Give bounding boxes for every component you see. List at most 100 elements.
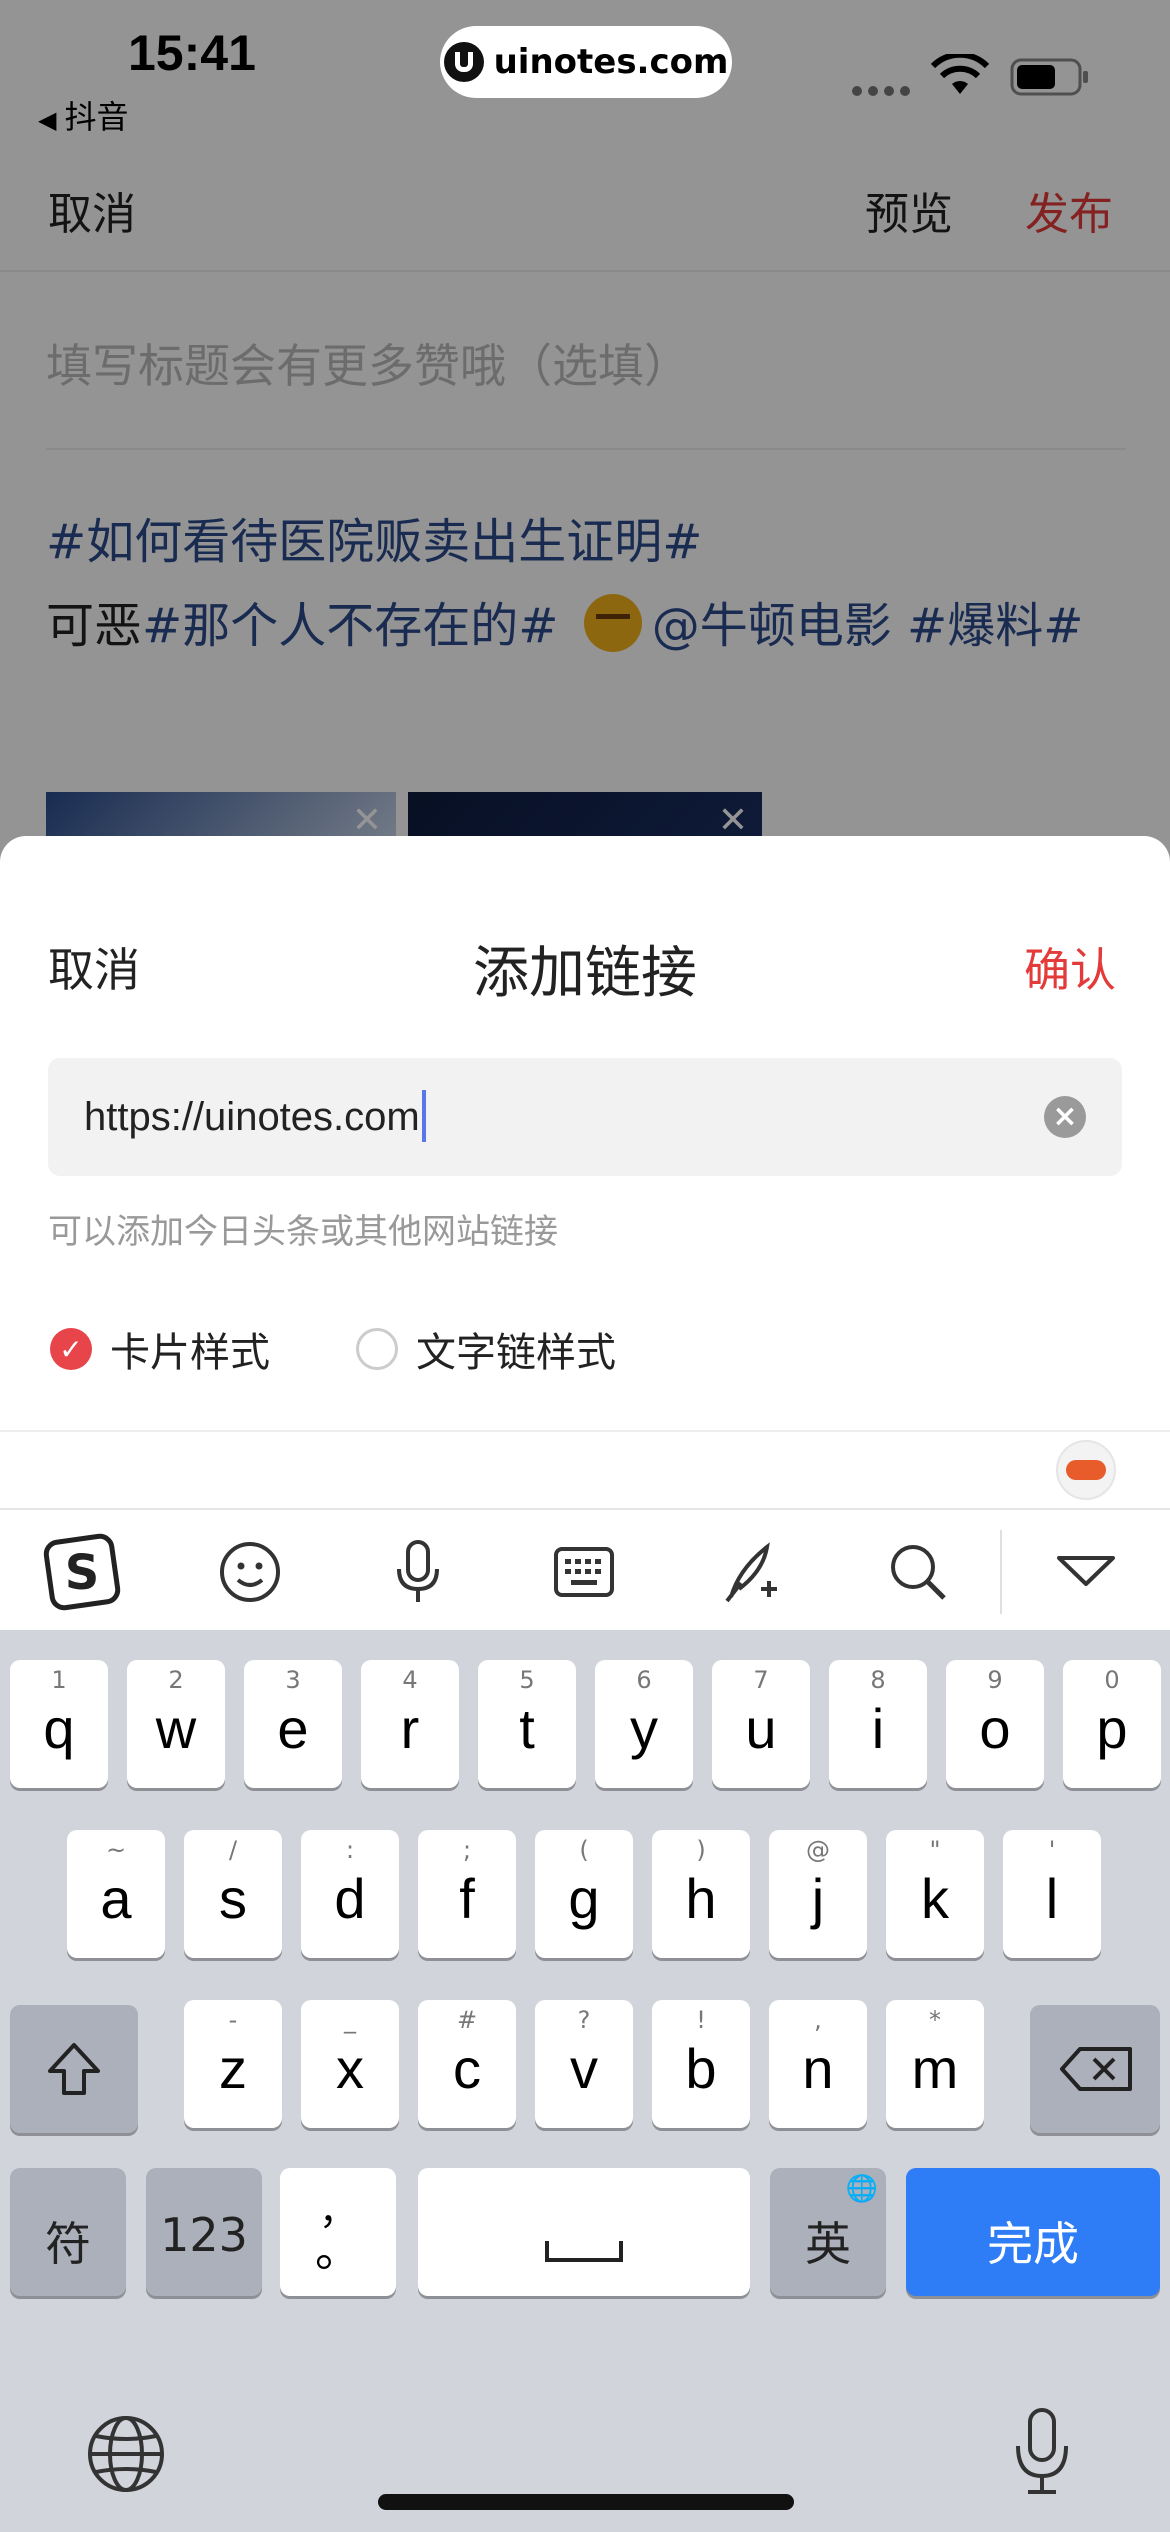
key-hint-label: ~ <box>105 1836 127 1864</box>
key-label: g <box>568 1867 600 1930</box>
key-label: j <box>811 1867 825 1930</box>
key-label: i <box>871 1697 885 1760</box>
key-h[interactable]: ) h <box>652 1830 750 1958</box>
card-style-label: 卡片样式 <box>110 1330 270 1376</box>
card-style-option[interactable]: ✓ 卡片样式 <box>50 1320 270 1378</box>
key-hint-label: : <box>345 1836 355 1864</box>
backspace-key[interactable] <box>1030 2005 1160 2133</box>
key-hint-label: _ <box>344 2006 356 2034</box>
key-label: n <box>802 2037 834 2100</box>
punctuation-key[interactable]: ， 。 <box>280 2168 396 2296</box>
key-label: b <box>685 2037 717 2100</box>
numbers-key[interactable]: 123 <box>146 2168 262 2296</box>
search-icon[interactable] <box>878 1532 958 1612</box>
key-hint-label: 4 <box>402 1666 418 1694</box>
keyboard-toolbar: S <box>0 1508 1170 1632</box>
radio-unchecked-icon <box>356 1328 398 1370</box>
key-hint-label: ; <box>462 1836 472 1864</box>
key-label: a <box>100 1867 132 1930</box>
key-v[interactable]: ? v <box>535 2000 633 2128</box>
mascot-icon[interactable] <box>1056 1440 1116 1500</box>
key-label: e <box>277 1697 309 1760</box>
link-url-input[interactable]: https://uinotes.com × <box>48 1058 1122 1176</box>
sheet-confirm-button[interactable]: 确认 <box>1024 934 1116 1000</box>
key-hint-label: ! <box>696 2006 706 2034</box>
key-hint-label: ? <box>577 2006 591 2034</box>
radio-checked-icon: ✓ <box>50 1328 92 1370</box>
key-c[interactable]: # c <box>418 2000 516 2128</box>
space-key[interactable] <box>418 2168 750 2296</box>
uinotes-logo-icon <box>443 42 484 82</box>
key-label: l <box>1045 1867 1059 1930</box>
key-label: x <box>336 2037 364 2100</box>
handwriting-icon[interactable] <box>712 1532 792 1612</box>
key-label: y <box>630 1697 658 1760</box>
key-label: c <box>453 2037 481 2100</box>
done-key[interactable]: 完成 <box>906 2168 1160 2296</box>
emoji-icon[interactable] <box>210 1532 290 1612</box>
link-hint-text: 可以添加今日头条或其他网站链接 <box>48 1212 558 1252</box>
key-p[interactable]: 0p <box>1063 1660 1161 1788</box>
key-u[interactable]: 7u <box>712 1660 810 1788</box>
url-badge: uinotes.com <box>440 26 732 98</box>
done-key-label: 完成 <box>987 2217 1079 2271</box>
key-n[interactable]: ,n <box>769 2000 867 2128</box>
key-q[interactable]: 1q <box>10 1660 108 1788</box>
sheet-title: 添加链接 <box>473 941 697 1006</box>
key-label: m <box>911 2037 959 2100</box>
key-e[interactable]: 3e <box>244 1660 342 1788</box>
key-hint-label: 8 <box>870 1666 886 1694</box>
key-j[interactable]: @ j <box>769 1830 867 1958</box>
key-r[interactable]: 4r <box>361 1660 459 1788</box>
key-hint-label: ) <box>696 1836 706 1864</box>
key-b[interactable]: ! b <box>652 2000 750 2128</box>
key-g[interactable]: (g <box>535 1830 633 1958</box>
home-indicator <box>378 2494 794 2510</box>
key-w[interactable]: 2w <box>127 1660 225 1788</box>
key-x[interactable]: _ x <box>301 2000 399 2128</box>
key-hint-label: 7 <box>753 1666 769 1694</box>
sogou-logo-icon[interactable]: S <box>42 1532 122 1612</box>
globe-icon[interactable] <box>84 2412 168 2496</box>
key-a[interactable]: ~ a <box>67 1830 165 1958</box>
key-d[interactable]: :d <box>301 1830 399 1958</box>
key-label: r <box>400 1697 420 1760</box>
key-z[interactable]: -z <box>184 2000 282 2128</box>
key-o[interactable]: 9o <box>946 1660 1044 1788</box>
text-link-style-label: 文字链样式 <box>416 1330 616 1376</box>
keyboard-icon[interactable] <box>544 1532 624 1612</box>
clear-input-icon[interactable]: × <box>1044 1096 1086 1138</box>
divider <box>0 1430 1170 1432</box>
toolbar-divider <box>1000 1530 1002 1614</box>
key-i[interactable]: 8i <box>829 1660 927 1788</box>
key-label: d <box>334 1867 366 1930</box>
key-hint-label: 0 <box>1104 1666 1120 1694</box>
key-label: v <box>570 2037 598 2100</box>
key-label: o <box>979 1697 1011 1760</box>
key-label: w <box>155 1697 197 1760</box>
key-label: k <box>921 1867 949 1930</box>
key-label: z <box>219 2037 247 2100</box>
key-k[interactable]: " k <box>886 1830 984 1958</box>
key-m[interactable]: * m <box>886 2000 984 2128</box>
key-hint-label: 6 <box>636 1666 652 1694</box>
shift-key[interactable] <box>10 2005 138 2133</box>
svg-text:S: S <box>65 1545 100 1601</box>
collapse-keyboard-icon[interactable] <box>1046 1532 1126 1612</box>
key-hint-label: # <box>456 2006 478 2034</box>
key-t[interactable]: 5t <box>478 1660 576 1788</box>
symbols-key[interactable]: 符 <box>10 2168 126 2296</box>
microphone-icon[interactable] <box>378 1532 458 1612</box>
text-link-style-option[interactable]: 文字链样式 <box>356 1320 616 1378</box>
key-hint-label: @ <box>806 1836 830 1864</box>
key-f[interactable]: ; f <box>418 1830 516 1958</box>
symbols-key-label: 符 <box>45 2217 91 2271</box>
dictation-microphone-icon[interactable] <box>1010 2406 1074 2496</box>
keyboard: 1q2w3e4r5t6y7u8i9o0p ~ a / s: d; f(g) h @ j " k ' l … <box>0 1630 1170 2532</box>
key-s[interactable]: / s <box>184 1830 282 1958</box>
key-hint-label: ( <box>579 1836 589 1864</box>
key-hint-label: , <box>814 2006 822 2034</box>
language-switch-key[interactable]: 英 🌐 <box>770 2168 886 2296</box>
key-y[interactable]: 6y <box>595 1660 693 1788</box>
key-l[interactable]: ' l <box>1003 1830 1101 1958</box>
